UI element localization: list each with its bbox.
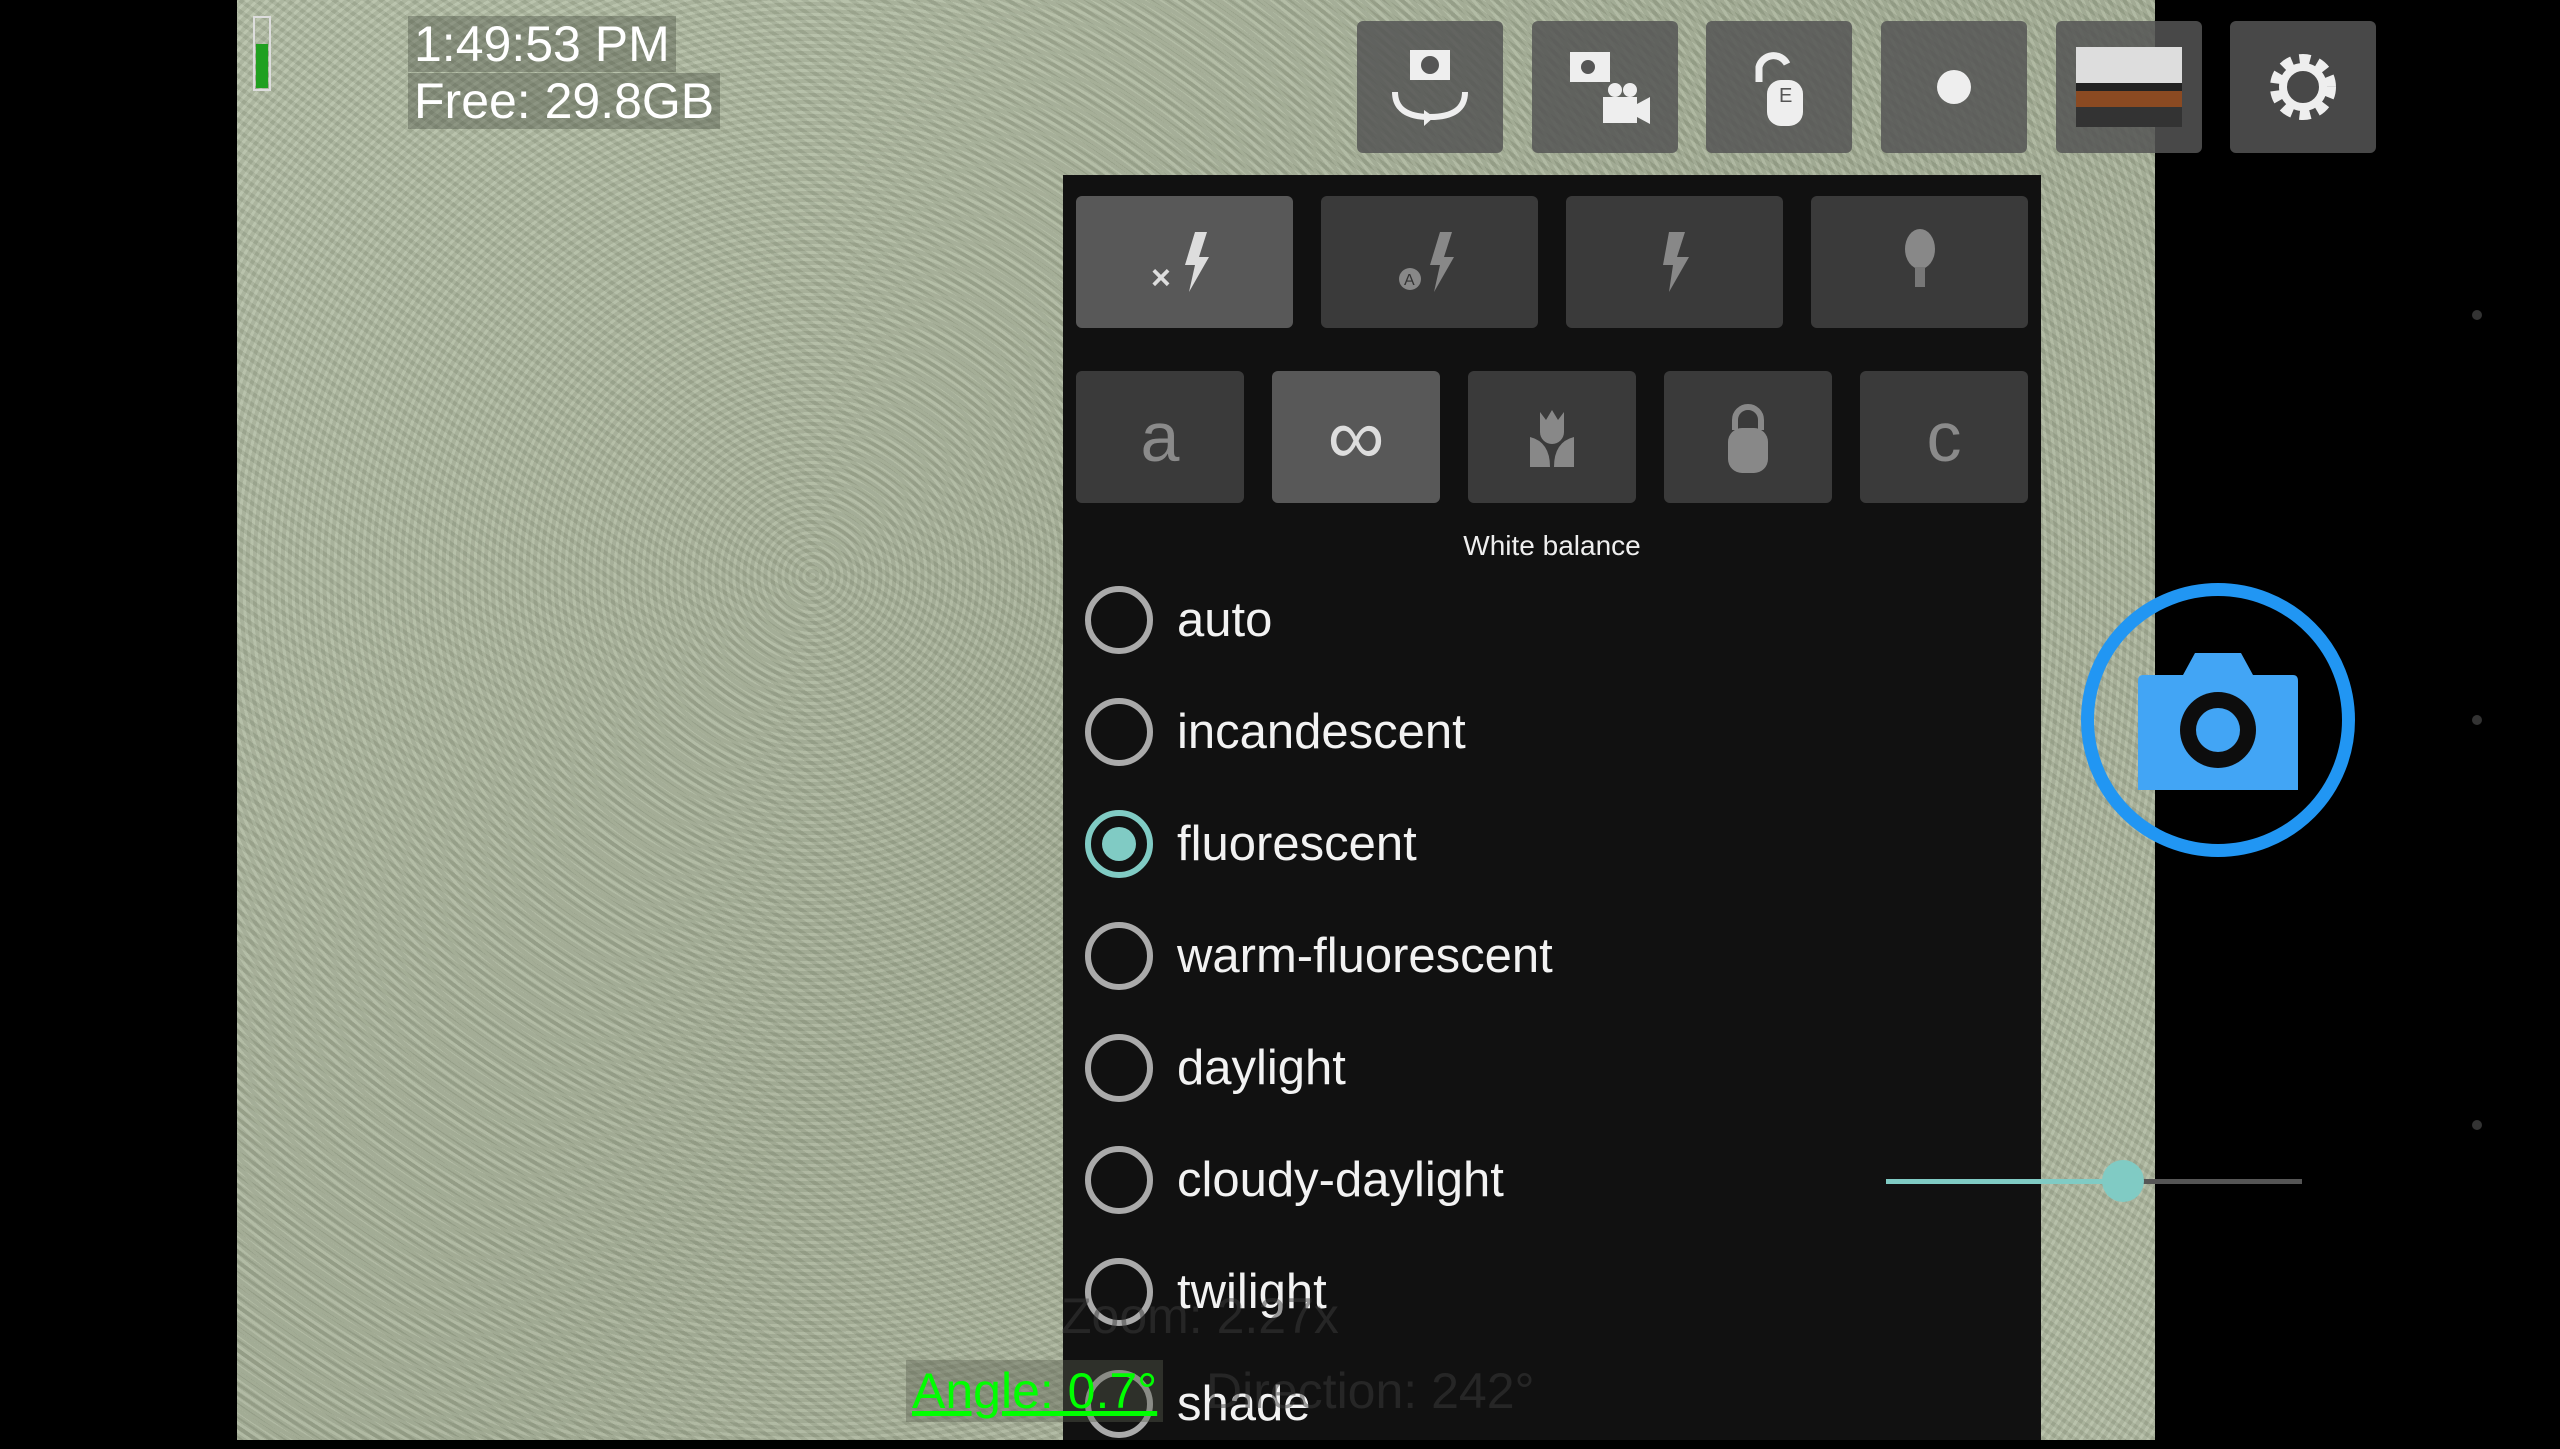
wb-option-daylight[interactable]: daylight <box>1085 1023 1346 1113</box>
wb-option-auto[interactable]: auto <box>1085 575 1272 665</box>
wb-option-label: warm-fluorescent <box>1177 929 1553 983</box>
focus-locked-icon <box>1728 403 1768 473</box>
radio-button[interactable] <box>1085 586 1153 654</box>
flash-auto-icon: A <box>1398 232 1454 292</box>
wb-option-fluorescent[interactable]: fluorescent <box>1085 799 1417 889</box>
focus-macro-button[interactable] <box>1468 371 1636 503</box>
white-balance-title: White balance <box>1463 530 1641 561</box>
switch-camera-icon <box>1392 50 1468 126</box>
settings-gear-icon <box>2270 54 2336 120</box>
focus-auto-label: a <box>1140 398 1180 476</box>
popup-panel: × A a ∞ c White balance auto incandescent… <box>1063 175 2041 1440</box>
nav-dot <box>2472 1120 2482 1130</box>
radio-button[interactable] <box>1085 810 1153 878</box>
torch-bulb-icon <box>1904 229 1935 287</box>
radio-button[interactable] <box>1085 698 1153 766</box>
exposure-lock-button[interactable]: E <box>1706 21 1852 153</box>
focus-locked-button[interactable] <box>1664 371 1832 503</box>
flash-off-button[interactable]: × <box>1076 196 1293 328</box>
focus-continuous-label: c <box>1926 398 1962 476</box>
wb-option-warm-fluorescent[interactable]: warm-fluorescent <box>1085 911 1553 1001</box>
wb-option-label: incandescent <box>1177 705 1466 759</box>
gallery-thumbnail <box>2076 47 2182 127</box>
flash-auto-button[interactable]: A <box>1321 196 1538 328</box>
radio-button[interactable] <box>1085 922 1153 990</box>
gallery-button[interactable] <box>2056 21 2202 153</box>
direction-readout: Direction: 242° <box>1206 1363 1535 1419</box>
wb-option-incandescent[interactable]: incandescent <box>1085 687 1466 777</box>
take-photo-button[interactable] <box>2081 583 2355 857</box>
battery-indicator <box>253 16 271 91</box>
wb-option-label: auto <box>1177 593 1273 647</box>
svg-text:×: × <box>1151 259 1171 297</box>
record-button[interactable] <box>1881 21 2027 153</box>
switch-camera-button[interactable] <box>1357 21 1503 153</box>
zoom-readout: Zoom: 2.27x <box>1061 1288 1339 1344</box>
focus-infinity-label: ∞ <box>1327 392 1385 481</box>
zoom-slider[interactable] <box>1886 1160 2302 1202</box>
nav-dot <box>2472 715 2482 725</box>
angle-readout: Angle: 0.7° <box>906 1360 1164 1422</box>
free-storage-text: Free: 29.8GB <box>408 73 721 129</box>
zoom-slider-thumb[interactable] <box>2102 1160 2145 1202</box>
clock-text: 1:49:53 PM <box>408 16 676 72</box>
flash-off-icon: × <box>1151 232 1209 297</box>
photo-video-mode-button[interactable] <box>1532 21 1678 153</box>
camera-icon <box>2138 653 2298 790</box>
wb-option-label: cloudy-daylight <box>1177 1153 1504 1207</box>
photo-video-mode-icon <box>1570 52 1650 124</box>
focus-infinity-button[interactable]: ∞ <box>1272 371 1440 503</box>
focus-auto-button[interactable]: a <box>1076 371 1244 503</box>
settings-button[interactable] <box>2230 21 2376 153</box>
focus-macro-icon <box>1530 410 1574 467</box>
exposure-lock-icon: E <box>1755 52 1803 126</box>
radio-button[interactable] <box>1085 1034 1153 1102</box>
wb-option-cloudy-daylight[interactable]: cloudy-daylight <box>1085 1135 1504 1225</box>
record-dot-icon <box>1937 70 1971 104</box>
flash-on-button[interactable] <box>1566 196 1783 328</box>
svg-text:E: E <box>1779 85 1792 107</box>
flash-on-icon <box>1662 232 1689 292</box>
svg-text:A: A <box>1404 272 1415 289</box>
nav-dot <box>2472 310 2482 320</box>
radio-button[interactable] <box>1085 1146 1153 1214</box>
wb-option-label: daylight <box>1177 1041 1346 1095</box>
wb-option-label: fluorescent <box>1177 817 1417 871</box>
torch-button[interactable] <box>1811 196 2028 328</box>
focus-continuous-button[interactable]: c <box>1860 371 2028 503</box>
